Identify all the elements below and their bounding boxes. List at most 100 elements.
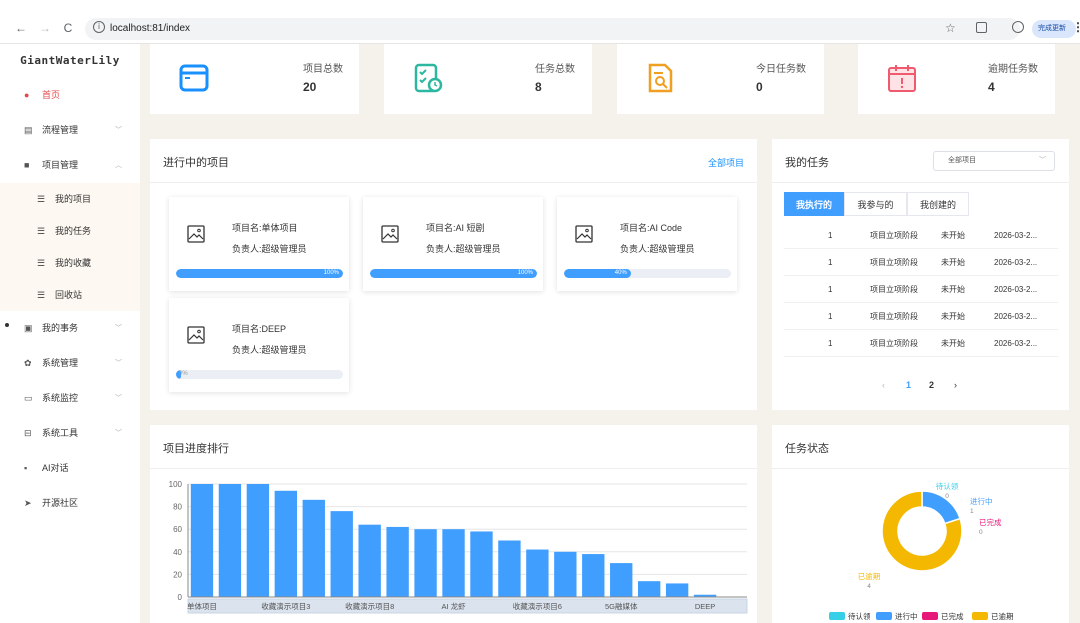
sidebar-item-home[interactable]: ● 首页 xyxy=(0,78,140,113)
prev-page-button[interactable]: ‹ xyxy=(882,378,885,392)
panel-header: 进行中的项目 全部项目 xyxy=(150,139,757,183)
next-page-button[interactable]: › xyxy=(954,378,957,392)
task-id-cell: 1 xyxy=(828,285,833,294)
progress-label: 0% xyxy=(179,371,188,377)
tab-participating[interactable]: 我参与的 xyxy=(844,192,907,216)
chat-icon: ▪ xyxy=(24,463,28,473)
slice-label: 进行中 xyxy=(970,496,993,506)
site-info-icon[interactable]: i xyxy=(93,21,105,33)
chevron-down-icon: ﹀ xyxy=(115,325,122,332)
page-button[interactable]: 2 xyxy=(929,378,934,392)
sidebar-item-ai-chat[interactable]: ▪ AI对话 xyxy=(0,451,140,486)
progress-bar: 0% xyxy=(176,370,343,379)
bar xyxy=(470,531,493,597)
sidebar-item-system-admin[interactable]: ✿ 系统管理 ﹀ xyxy=(0,346,140,381)
stat-card-projects[interactable]: 项目总数 20 xyxy=(150,44,359,114)
sidebar-item-system-tools[interactable]: ⊟ 系统工具 ﹀ xyxy=(0,416,140,451)
project-card[interactable]: 项目名:DEEP 负责人:超级管理员 0% xyxy=(169,298,349,392)
list-icon: ☰ xyxy=(37,194,46,204)
task-date-cell: 2026-03-2... xyxy=(994,312,1038,321)
legend-label: 已完成 xyxy=(941,611,964,621)
table-row[interactable]: 1 项目立项阶段 未开始 2026-03-2... xyxy=(784,276,1058,303)
sidebar-item-system-monitor[interactable]: ▭ 系统监控 ﹀ xyxy=(0,381,140,416)
image-placeholder-icon xyxy=(381,225,399,243)
table-row[interactable]: 1 项目立项阶段 未开始 2026-03-2... xyxy=(784,330,1058,357)
sidebar-item-label: 我的任务 xyxy=(55,226,92,236)
legend-swatch xyxy=(876,612,892,620)
back-icon[interactable]: ← xyxy=(14,20,28,36)
chart-title: 任务状态 xyxy=(785,443,829,455)
project-filter-select[interactable]: 全部项目 ﹀ xyxy=(933,151,1055,171)
bar xyxy=(554,551,577,597)
stat-card-overdue[interactable]: 逾期任务数 4 xyxy=(858,44,1055,114)
task-stage-cell: 项目立项阶段 xyxy=(870,339,918,348)
stat-card-today[interactable]: 今日任务数 0 xyxy=(617,44,824,114)
tasks-panel: 我的任务 全部项目 ﹀ 我执行的 我参与的 我创建的 1 项目立项阶段 未开始 202… xyxy=(772,139,1069,410)
bar xyxy=(498,540,521,597)
browser-menu-icon[interactable]: ⋮ xyxy=(1072,20,1080,34)
table-row[interactable]: 1 项目立项阶段 未开始 2026-03-2... xyxy=(784,249,1058,276)
tab-created[interactable]: 我创建的 xyxy=(907,192,969,216)
stat-label: 逾期任务数 xyxy=(988,64,1038,75)
sidebar-item-my-favorites[interactable]: ☰ 我的收藏 xyxy=(0,247,140,279)
sidebar-item-open-source[interactable]: ➤ 开源社区 xyxy=(0,486,140,521)
task-date-cell: 2026-03-2... xyxy=(994,258,1038,267)
list-icon: ☰ xyxy=(37,290,46,300)
x-tick-label: 5G融媒体 xyxy=(605,601,638,611)
y-tick-label: 0 xyxy=(178,593,183,602)
dashboard-icon: ● xyxy=(24,90,30,100)
reload-icon[interactable]: C xyxy=(61,20,75,36)
toolbox-icon: ⊟ xyxy=(24,428,32,438)
forward-icon[interactable]: → xyxy=(38,20,52,36)
legend-label: 已逾期 xyxy=(991,611,1014,621)
task-date-cell: 2026-03-2... xyxy=(994,285,1038,294)
project-card[interactable]: 项目名:AI 短剧 负责人:超级管理员 100% xyxy=(363,197,543,291)
sidebar-item-my-tasks[interactable]: ☰ 我的任务 xyxy=(0,215,140,247)
sidebar-item-my-affairs[interactable]: ▣ 我的事务 ﹀ xyxy=(0,311,140,346)
page-button[interactable]: 1 xyxy=(906,378,911,392)
extensions-icon[interactable] xyxy=(976,22,987,33)
project-card[interactable]: 项目名:单体项目 负责人:超级管理员 100% xyxy=(169,197,349,291)
bar xyxy=(442,529,465,597)
sidebar-item-projects[interactable]: ■ 项目管理 ︿ xyxy=(0,148,140,183)
project-name: 项目名:AI Code xyxy=(620,223,683,233)
sidebar-item-my-projects[interactable]: ☰ 我的项目 xyxy=(0,183,140,215)
gear-icon: ✿ xyxy=(24,358,32,368)
sidebar-item-process[interactable]: ▤ 流程管理 ﹀ xyxy=(0,113,140,148)
progress-label: 100% xyxy=(517,270,533,276)
all-projects-link[interactable]: 全部项目 xyxy=(708,156,744,169)
table-row[interactable]: 1 项目立项阶段 未开始 2026-03-2... xyxy=(784,222,1058,249)
tab-executing[interactable]: 我执行的 xyxy=(784,192,844,216)
calendar-alert-icon xyxy=(888,65,916,92)
bar xyxy=(526,549,549,597)
project-owner: 负责人:超级管理员 xyxy=(620,244,695,254)
x-tick-label: DEEP xyxy=(695,602,715,611)
donut-chart: 待认领0进行中1已完成0已逾期4待认领 进行中 已完成 已逾期 xyxy=(829,481,1014,621)
clipboard-icon: ▣ xyxy=(24,323,33,333)
stat-card-tasks[interactable]: 任务总数 8 xyxy=(384,44,592,114)
sidebar-item-label: 项目管理 xyxy=(42,160,79,170)
legend-label: 待认领 xyxy=(848,611,871,621)
bar xyxy=(274,490,298,597)
panel-header: 任务状态 xyxy=(772,425,1069,469)
x-tick-label: 单体项目 xyxy=(187,601,217,611)
bar xyxy=(330,511,353,597)
address-bar[interactable]: i localhost:81/index xyxy=(85,18,1020,40)
slice-value: 4 xyxy=(867,583,871,590)
progress-bar: 40% xyxy=(564,269,731,278)
progress-label: 100% xyxy=(323,270,339,276)
table-row[interactable]: 1 项目立项阶段 未开始 2026-03-2... xyxy=(784,303,1058,330)
project-card[interactable]: 项目名:AI Code 负责人:超级管理员 40% xyxy=(557,197,737,291)
bookmark-star-icon[interactable]: ☆ xyxy=(945,21,956,35)
update-button[interactable]: 完成更新 xyxy=(1032,20,1076,38)
sidebar-item-recycle-bin[interactable]: ☰ 回收站 xyxy=(0,279,140,311)
slice-value: 1 xyxy=(970,508,974,515)
brand-logo: GiantWaterLily xyxy=(20,54,120,67)
stat-value: 0 xyxy=(756,80,763,94)
progress-bar: 100% xyxy=(176,269,343,278)
sidebar-item-label: 我的项目 xyxy=(55,194,92,204)
url-text: localhost:81/index xyxy=(110,23,191,34)
browser-toolbar: ← → C i localhost:81/index ☆ 完成更新 ⋮ xyxy=(0,0,1080,44)
task-status-cell: 未开始 xyxy=(941,312,965,321)
profile-icon[interactable] xyxy=(1012,21,1024,33)
